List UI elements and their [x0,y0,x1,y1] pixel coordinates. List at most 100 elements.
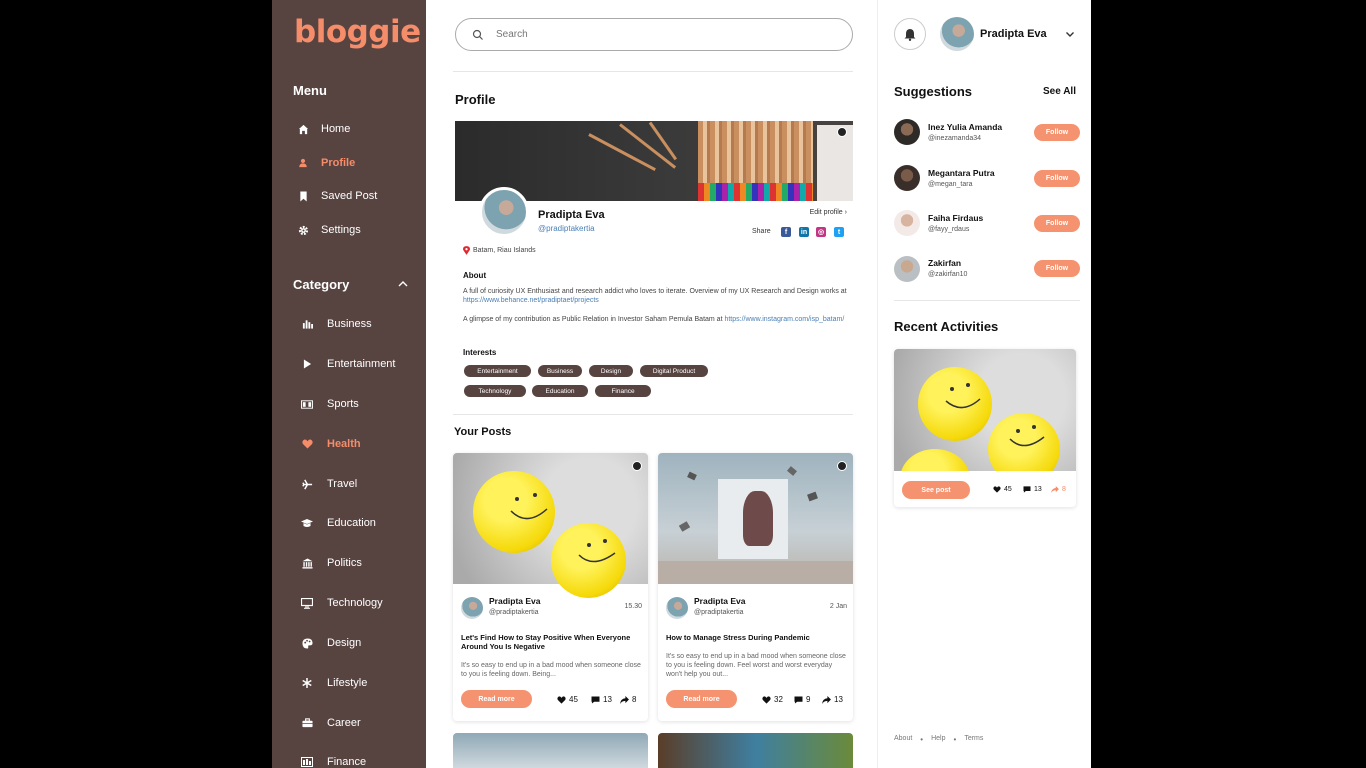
like-stat[interactable]: 45 [993,486,1012,493]
category-item-politics[interactable]: Politics [301,554,362,572]
see-all-link[interactable]: See All [1043,86,1076,97]
category-item-career[interactable]: Career [301,714,361,732]
post-card[interactable]: Pradipta Eva @pradiptakertia 15.30 Let's… [453,453,648,721]
follow-button[interactable]: Follow [1034,170,1080,187]
instagram-icon[interactable]: ◎ [816,227,826,237]
play-icon [301,358,313,370]
category-item-finance[interactable]: Finance [301,753,366,768]
comment-stat[interactable]: 13 [591,695,612,704]
profile-handle[interactable]: @pradiptakertia [538,224,595,233]
post-image[interactable] [453,453,648,598]
share-icon [822,695,831,704]
post-card-partial[interactable] [453,733,648,768]
avatar[interactable] [666,597,688,619]
category-item-lifestyle[interactable]: Lifestyle [301,674,367,692]
search-bar[interactable] [455,18,853,51]
facebook-icon[interactable]: f [781,227,791,237]
linkedin-icon[interactable]: in [799,227,809,237]
sidebar: bloggie Menu Home Profile Saved Post Set… [272,0,426,768]
comment-stat[interactable]: 13 [1023,486,1042,493]
edit-profile-link[interactable]: Edit profile › [810,209,847,216]
recent-activity-card[interactable]: See post 45 13 8 [894,349,1076,507]
sidebar-item-home[interactable]: Home [297,120,350,138]
comment-count: 9 [806,695,811,704]
post-author[interactable]: Pradipta Eva [489,596,541,606]
footer-help-link[interactable]: Help [931,735,945,744]
category-item-health[interactable]: Health [301,435,361,453]
interest-chip[interactable]: Digital Product [640,365,708,377]
cover-pencil [588,133,656,172]
share-icon [1051,486,1059,493]
sidebar-item-saved-post[interactable]: Saved Post [297,187,377,205]
category-item-sports[interactable]: Sports [301,395,359,413]
share-stat[interactable]: 8 [620,695,636,704]
interest-chip[interactable]: Finance [595,385,651,397]
category-item-education[interactable]: Education [301,514,376,532]
comment-stat[interactable]: 9 [794,695,810,704]
like-stat[interactable]: 45 [557,695,578,704]
share-stat[interactable]: 13 [822,695,843,704]
category-item-design[interactable]: Design [301,634,361,652]
interest-chip[interactable]: Entertainment [464,365,531,377]
avatar[interactable] [894,119,920,145]
footer-about-link[interactable]: About [894,735,912,744]
logo[interactable]: bloggie [294,14,421,50]
read-more-button[interactable]: Read more [461,690,532,708]
chevron-down-icon[interactable] [1065,29,1075,39]
avatar[interactable] [894,210,920,236]
recent-activity-image[interactable] [894,349,1076,471]
post-author[interactable]: Pradipta Eva [694,596,746,606]
interest-chip[interactable]: Design [589,365,633,377]
edit-profile-label: Edit profile [809,209,843,216]
cover-photo [817,125,853,201]
share-stat[interactable]: 8 [1051,486,1066,493]
suggestion-handle: @inezamanda34 [928,135,982,142]
follow-button[interactable]: Follow [1034,124,1080,141]
share-label: Share [752,228,771,235]
follow-button[interactable]: Follow [1034,215,1080,232]
category-item-business[interactable]: Business [301,315,372,333]
sidebar-item-profile[interactable]: Profile [297,154,355,172]
suggestion-name[interactable]: Inez Yulia Amanda [928,122,1002,132]
user-icon [297,157,309,169]
bookmark-icon [297,190,309,202]
avatar[interactable] [894,165,920,191]
post-title[interactable]: How to Manage Stress During Pandemic [666,633,846,642]
avatar[interactable] [894,256,920,282]
read-more-button[interactable]: Read more [666,690,737,708]
interest-chip[interactable]: Business [538,365,582,377]
search-input[interactable] [496,29,796,40]
category-item-entertainment[interactable]: Entertainment [301,355,395,373]
profile-avatar[interactable] [479,187,529,237]
interest-chip[interactable]: Technology [464,385,526,397]
footer-terms-link[interactable]: Terms [964,735,983,744]
see-post-button[interactable]: See post [902,481,970,499]
twitter-icon[interactable]: t [834,227,844,237]
cover-edit-icon[interactable] [837,127,847,137]
post-menu-icon[interactable] [632,461,642,471]
category-item-technology[interactable]: Technology [301,594,383,612]
suggestion-name[interactable]: Megantara Putra [928,168,995,178]
interest-chip[interactable]: Education [532,385,588,397]
post-menu-icon[interactable] [837,461,847,471]
like-stat[interactable]: 32 [762,695,783,704]
follow-button[interactable]: Follow [1034,260,1080,277]
post-image[interactable] [658,453,853,584]
suggestion-name[interactable]: Faiha Firdaus [928,213,983,223]
instagram-link[interactable]: https://www.instagram.com/isp_batam/ [724,316,844,323]
heart-icon [557,695,566,704]
suggestion-name[interactable]: Zakirfan [928,258,961,268]
chevron-up-icon[interactable] [397,278,409,290]
post-title[interactable]: Let's Find How to Stay Positive When Eve… [461,633,641,651]
suggestion-handle: @zakirfan10 [928,271,968,278]
user-name[interactable]: Pradipta Eva [980,28,1047,40]
avatar[interactable] [461,597,483,619]
sidebar-item-settings[interactable]: Settings [297,221,361,239]
category-item-travel[interactable]: Travel [301,475,357,493]
image-book [807,491,818,502]
user-avatar[interactable] [940,17,974,51]
behance-link[interactable]: https://www.behance.net/pradiptaet/proje… [463,297,599,304]
post-card[interactable]: Pradipta Eva @pradiptakertia 2 Jan How t… [658,453,853,721]
notification-button[interactable] [894,18,926,50]
post-card-partial[interactable] [658,733,853,768]
